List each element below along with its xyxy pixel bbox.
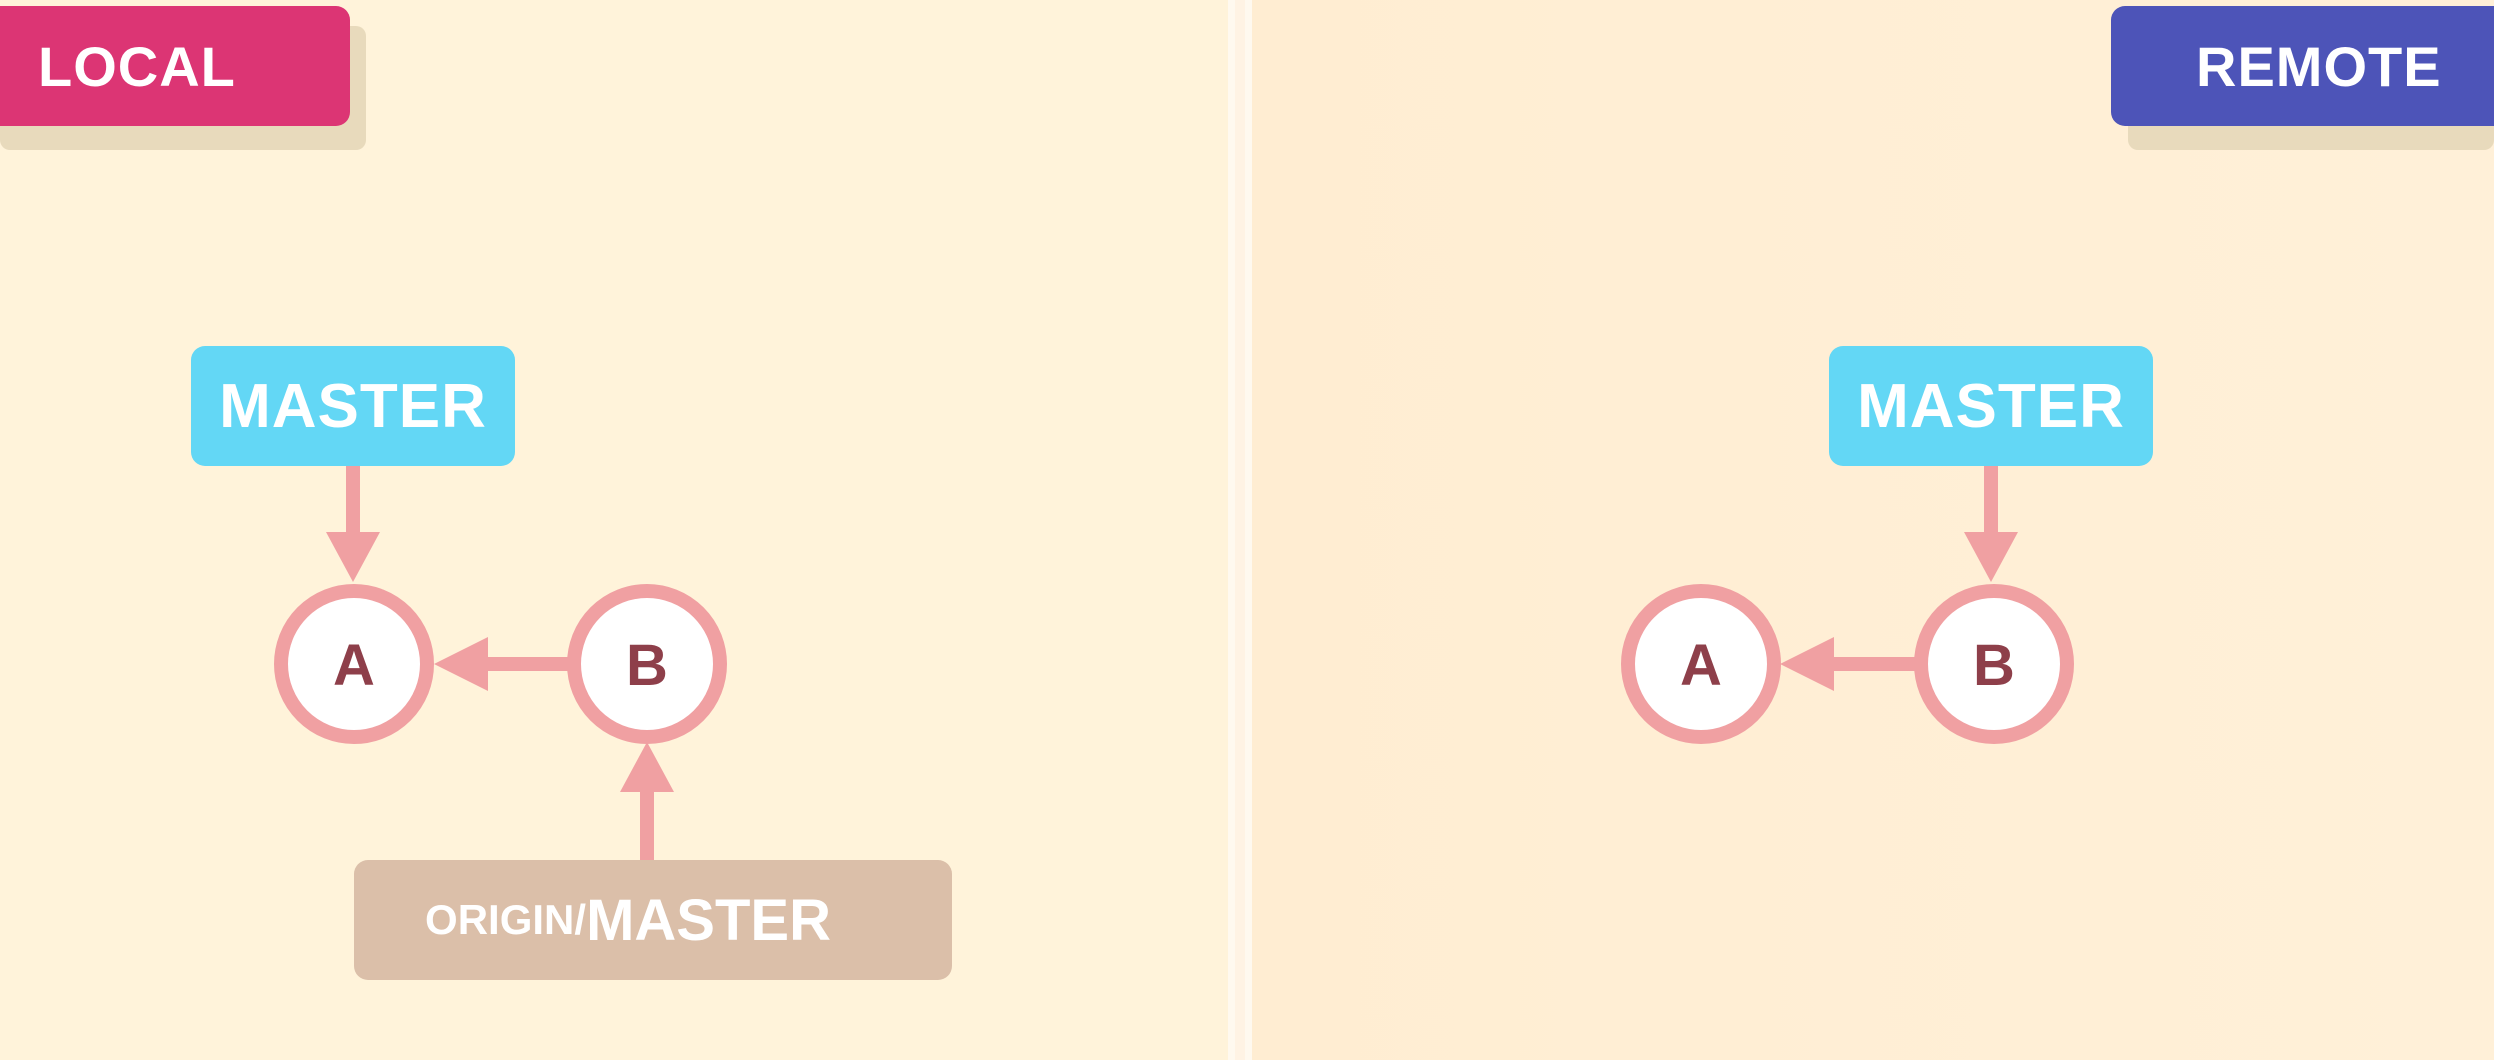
local-b-to-a-arrow-head <box>434 637 488 691</box>
remote-b-to-a-arrow-shaft <box>1831 657 1917 671</box>
remote-b-to-a-arrow-head <box>1780 637 1834 691</box>
origin-arrow-head <box>620 742 674 792</box>
local-master-arrow-shaft <box>346 466 360 536</box>
remote-commit-b-label: B <box>1973 633 2015 698</box>
local-master-arrow-head <box>326 532 380 582</box>
local-commit-b-label: B <box>626 633 668 698</box>
commit-graph: A B A B <box>274 466 2074 860</box>
local-commit-a-label: A <box>333 633 375 698</box>
remote-master-arrow-head <box>1964 532 2018 582</box>
origin-arrow-shaft <box>640 788 654 860</box>
remote-master-arrow-shaft <box>1984 466 1998 536</box>
local-b-to-a-arrow-shaft <box>485 657 571 671</box>
remote-commit-a-label: A <box>1680 633 1722 698</box>
